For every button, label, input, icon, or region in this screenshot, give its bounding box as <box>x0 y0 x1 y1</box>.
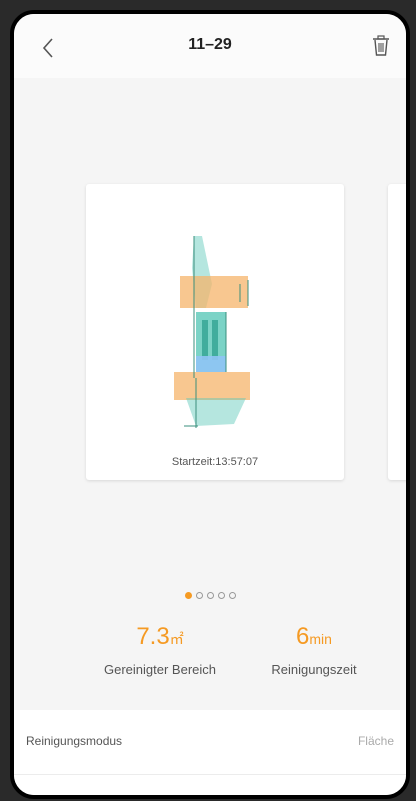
cleaning-mode-label: Reinigungsmodus <box>26 734 123 748</box>
cleaning-mode-value: Fläche <box>357 734 394 748</box>
page-dot-4[interactable] <box>217 592 225 599</box>
phone-frame: 11–29 Startzeit:13:57:07 7.3㎡ Gereinigte… <box>10 10 410 799</box>
cleaning-time-label: Reinigungszeit <box>271 662 357 677</box>
cleaning-time-value-row: 6min <box>234 622 394 652</box>
cleaning-time-stat: 6min Reinigungszeit <box>234 622 394 677</box>
page-dot-2[interactable] <box>195 592 203 599</box>
cleaned-area-value-row: 7.3㎡ <box>80 622 240 652</box>
zone-top <box>180 276 248 308</box>
delete-button[interactable] <box>370 34 392 58</box>
cleaning-time-value: 6 <box>296 623 310 650</box>
page-dot-5[interactable] <box>228 592 236 599</box>
start-time: Startzeit:13:57:07 <box>171 456 259 468</box>
cleaning-mode-row[interactable]: Reinigungsmodus Fläche <box>14 710 406 775</box>
cleaned-area-stat: 7.3㎡ Gereinigter Bereich <box>80 622 240 677</box>
top-bar: 11–29 <box>14 14 406 78</box>
cleaning-time-unit: min <box>309 631 332 647</box>
cleaned-area-unit: ㎡ <box>169 631 184 647</box>
cleaning-map-card[interactable]: Startzeit:13:57:07 <box>86 184 344 480</box>
obstacle-blue <box>196 356 226 372</box>
next-map-card[interactable] <box>388 184 406 480</box>
page-dot-3[interactable] <box>206 592 214 599</box>
cleaning-map <box>174 236 250 428</box>
zone-bottom <box>174 372 250 400</box>
page-dot-1[interactable] <box>184 592 192 599</box>
cleaned-area-value: 7.3 <box>136 623 170 650</box>
cleaned-area-bottom <box>186 398 246 426</box>
page-title: 11–29 <box>188 36 232 53</box>
trash-icon <box>373 35 389 56</box>
bottom-area <box>14 775 406 795</box>
carousel-indicator <box>14 592 406 599</box>
cleaned-area-label: Gereinigter Bereich <box>104 662 216 677</box>
